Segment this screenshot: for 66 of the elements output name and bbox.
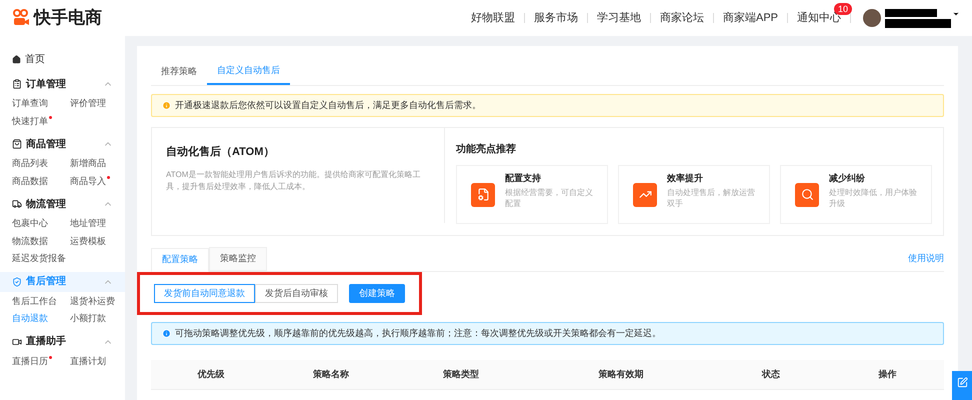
sidebar-item[interactable]: 直播计划	[70, 354, 106, 368]
feature-text: 根据经营需要，可自定义配置	[505, 187, 593, 210]
sidebar-group-header[interactable]: 物流管理	[0, 194, 125, 214]
sidebar-item[interactable]: 物流数据	[12, 234, 48, 248]
nav-link[interactable]: 商家论坛	[650, 10, 713, 26]
feature-title: 配置支持	[505, 172, 542, 185]
feature-title: 减少纠纷	[829, 172, 866, 185]
sidebar-item[interactable]: 首页	[25, 52, 45, 66]
sidebar-item[interactable]: 商品导入	[70, 174, 106, 188]
warning-icon	[162, 101, 171, 110]
column-header: 策略有效期	[598, 368, 644, 381]
avatar[interactable]	[863, 9, 881, 27]
caret-icon[interactable]	[952, 10, 960, 18]
info-text: 可拖动策略调整优先级，顺序越靠前的优先级越高，执行顺序越靠前；注意：每次调整优先级或开关策略都会有一定延迟。	[175, 326, 661, 340]
sidebar-item[interactable]: 运费模板	[70, 234, 106, 248]
feature-text: 处理时效降低，用户体验升级	[829, 187, 917, 210]
nav-link[interactable]: 服务市场	[524, 10, 587, 26]
magnifier-icon	[795, 182, 819, 206]
warning-text: 开通极速退款后您依然可以设置自定义自动售后，满足更多自动化售后需求。	[175, 98, 481, 112]
logo-icon	[12, 9, 30, 27]
column-header: 策略名称	[312, 368, 350, 381]
sidebar-item[interactable]: 包裹中心	[12, 217, 48, 230]
bag-icon	[12, 139, 22, 149]
sidebar-item[interactable]: 退货补运费	[70, 294, 115, 308]
clipboard-icon	[12, 79, 22, 89]
logo-text[interactable]: 快手电商	[34, 5, 102, 31]
column-header: 策略类型	[442, 368, 480, 381]
document-gear-icon	[471, 182, 495, 206]
strategy-type-button[interactable]: 发货后自动审核	[255, 284, 338, 303]
column-header: 状态	[760, 368, 781, 381]
intro-title: 自动化售后（ATOM）	[166, 144, 276, 160]
intro-text: ATOM是一款智能处理用户售后诉求的功能。提供给商家可配置化策略工具，提升售后处理效率，降低人工成本。	[166, 168, 422, 192]
feature-text: 自动处理售后，解放运营双手	[667, 187, 755, 210]
sidebar-item[interactable]: 新增商品	[70, 157, 106, 170]
sidebar-item[interactable]: 商品数据	[12, 174, 48, 188]
sidebar-item[interactable]: 快速打单	[12, 114, 48, 128]
nav-link[interactable]: 商家端APP	[714, 10, 787, 26]
video-icon	[12, 336, 22, 346]
sidebar-group-header[interactable]: 订单管理	[0, 74, 125, 94]
sidebar-item[interactable]: 地址管理	[70, 217, 106, 230]
sidebar-group-header[interactable]: 直播助手	[0, 332, 125, 352]
sidebar-item[interactable]: 售后工作台	[12, 294, 57, 308]
sidebar-item[interactable]: 小额打款	[70, 312, 106, 326]
feedback-button[interactable]	[952, 371, 972, 400]
sidebar-group-header[interactable]: 商品管理	[0, 134, 125, 154]
nav-link[interactable]: 好物联盟	[462, 10, 524, 26]
edit-icon	[956, 377, 968, 388]
redaction-bar	[885, 18, 951, 28]
info-icon	[162, 329, 171, 338]
shield-check-icon	[12, 276, 22, 286]
redaction-bar	[885, 8, 937, 16]
tab[interactable]: 策略监控	[209, 247, 267, 271]
sidebar-item[interactable]: 评价管理	[70, 97, 106, 110]
feature-title: 效率提升	[667, 172, 704, 185]
nav-link[interactable]: 学习基地	[588, 10, 650, 26]
truck-icon	[12, 199, 22, 209]
sidebar-item[interactable]: 延迟发货报备	[12, 252, 66, 266]
features-title: 功能亮点推荐	[456, 142, 517, 157]
sidebar-item[interactable]: 订单查询	[12, 97, 48, 110]
column-header: 优先级	[196, 368, 226, 381]
sidebar-item[interactable]: 商品列表	[12, 157, 48, 170]
trend-chart-icon	[633, 182, 657, 206]
home-icon	[12, 54, 21, 64]
sidebar-item[interactable]: 直播日历	[12, 354, 48, 368]
column-header: 操作	[878, 368, 898, 381]
tab[interactable]: 推荐策略	[151, 58, 207, 85]
